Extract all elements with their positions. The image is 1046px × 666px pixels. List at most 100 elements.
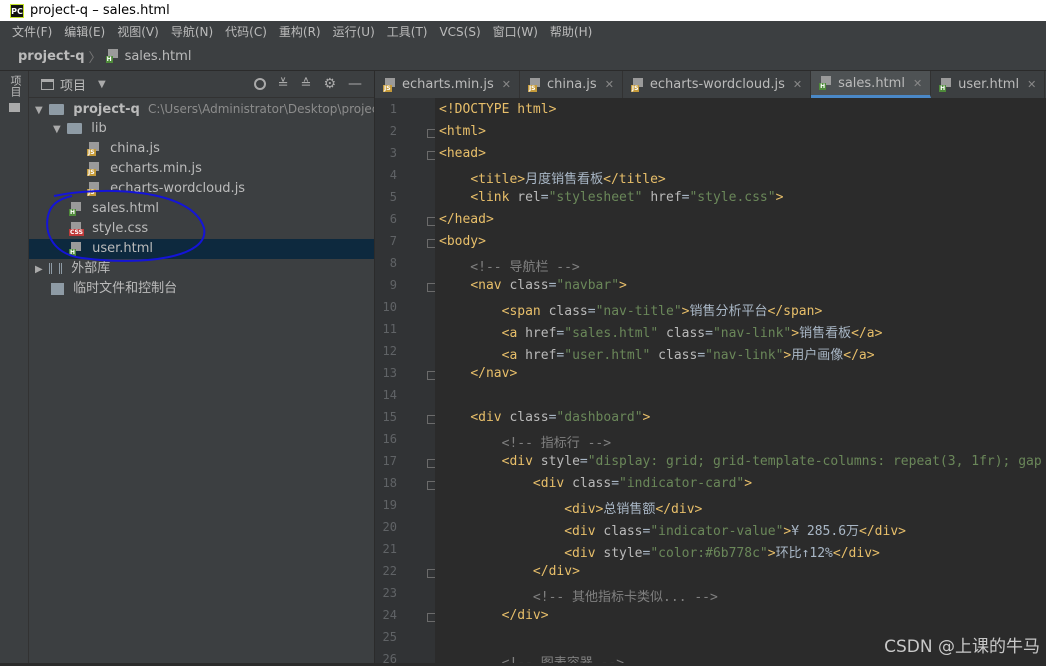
line-number: 7	[389, 234, 397, 248]
line-number: 3	[389, 146, 397, 160]
menu-item[interactable]: 导航(N)	[165, 23, 219, 40]
tree-file[interactable]: JS echarts-wordcloud.js	[29, 179, 374, 199]
menu-item[interactable]: 帮助(H)	[544, 23, 598, 40]
code-line: <!-- 导航栏 -->	[439, 260, 580, 275]
code-line: <!-- 指标行 -->	[439, 436, 612, 451]
menu-item[interactable]: 重构(R)	[273, 23, 327, 40]
hide-panel-icon[interactable]: —	[348, 76, 362, 92]
code-line: <!-- 图表容器 -->	[439, 652, 624, 663]
js-file-icon: JS	[87, 181, 101, 196]
css-file-icon: CSS	[69, 221, 84, 236]
code-editor[interactable]: <!DOCTYPE html> <html> <head> <title>月度销售看…	[435, 98, 1046, 663]
folder-label: lib	[91, 121, 107, 136]
code-line: <a href="sales.html" class="nav-link">销售…	[501, 326, 883, 341]
js-file-icon: JS	[527, 77, 542, 92]
expanded-arrow-icon: ▼	[53, 124, 61, 135]
line-number: 19	[382, 498, 397, 512]
html-file-icon: H	[939, 77, 953, 92]
line-number: 26	[382, 652, 397, 666]
menu-item[interactable]: 文件(F)	[6, 23, 58, 40]
expand-all-icon[interactable]: ≚	[278, 77, 289, 92]
scratch-icon	[51, 282, 64, 295]
project-panel-title[interactable]: 项目	[60, 75, 86, 94]
editor-tab[interactable]: Huser.html ✕	[931, 71, 1046, 98]
settings-gear-icon[interactable]: ⚙	[323, 76, 336, 92]
close-tab-icon[interactable]: ✕	[793, 78, 802, 91]
tree-file-selected[interactable]: H user.html	[29, 239, 374, 259]
line-number: 5	[389, 190, 397, 204]
line-number: 14	[382, 388, 397, 402]
code-line: <div style="display: grid; grid-template…	[501, 454, 1042, 469]
code-line: </div>	[501, 608, 549, 623]
panel-window-icon	[41, 78, 54, 90]
locate-target-icon[interactable]	[253, 78, 266, 90]
window-titlebar: PC project-q – sales.html	[0, 0, 1046, 21]
tab-label: sales.html	[838, 75, 905, 91]
editor-tab[interactable]: JS echarts-wordcloud.js ✕	[623, 71, 812, 98]
close-tab-icon[interactable]: ✕	[502, 78, 511, 91]
scratch-label: 临时文件和控制台	[73, 281, 178, 296]
menu-item[interactable]: 运行(U)	[327, 23, 381, 40]
project-panel: 项目 ▼ ≚ ≙ ⚙ — ▼ project-q C:\Users\Admini…	[29, 71, 374, 663]
menu-item[interactable]: 窗口(W)	[487, 23, 544, 40]
editor-tab[interactable]: JS echarts.min.js ✕	[375, 71, 520, 98]
menu-item[interactable]: 工具(T)	[381, 23, 434, 40]
tool-window-strip: 项目	[0, 71, 29, 663]
root-name: project-q	[73, 102, 140, 117]
line-number-gutter: 1 2 3 4 5 6 7 8 9 10 11 12 13 14 15 16 17 18 19 20 21 22 23 24 2…	[375, 98, 436, 666]
close-tab-icon[interactable]: ✕	[1027, 78, 1036, 91]
collapse-all-icon[interactable]: ≙	[301, 77, 312, 92]
tree-folder-lib[interactable]: ▼ lib	[29, 119, 374, 139]
code-line: <link rel="stylesheet" href="style.css">	[470, 190, 784, 205]
file-label: echarts-wordcloud.js	[110, 181, 246, 196]
tree-file[interactable]: H sales.html	[29, 199, 374, 219]
line-number: 15	[382, 410, 397, 424]
code-line: <!DOCTYPE html>	[439, 102, 557, 117]
view-dropdown-icon[interactable]: ▼	[98, 79, 106, 90]
js-file-icon: JS	[383, 77, 397, 92]
tab-label: echarts-wordcloud.js	[649, 77, 785, 92]
tab-label: echarts.min.js	[402, 77, 494, 92]
code-line: <head>	[439, 146, 486, 161]
line-number: 16	[382, 432, 397, 446]
js-file-icon: JS	[630, 77, 645, 92]
tree-file[interactable]: JS china.js	[29, 139, 374, 159]
file-label: user.html	[92, 241, 154, 256]
code-line: <div>总销售额</div>	[564, 502, 703, 517]
tree-scratches[interactable]: 临时文件和控制台	[29, 279, 374, 299]
close-tab-icon[interactable]: ✕	[913, 77, 922, 90]
html-file-icon: H	[69, 241, 83, 256]
line-number: 4	[389, 168, 397, 182]
tree-root[interactable]: ▼ project-q C:\Users\Administrator\Deskt…	[29, 99, 374, 119]
menu-item[interactable]: 视图(V)	[111, 23, 165, 40]
project-tool-tab[interactable]: 项目	[5, 75, 23, 119]
tree-external-libraries[interactable]: ▶ 外部库	[29, 259, 374, 279]
code-line: <!-- 其他指标卡类似... -->	[439, 590, 718, 605]
code-line: <span class="nav-title">销售分析平台</span>	[501, 304, 823, 319]
window-title: project-q – sales.html	[30, 3, 170, 18]
code-line: </nav>	[470, 366, 518, 381]
navigation-bar: project-q 〉 H sales.html	[0, 42, 1046, 71]
breadcrumb-project[interactable]: project-q	[18, 49, 85, 64]
close-tab-icon[interactable]: ✕	[605, 78, 614, 91]
menu-item[interactable]: VCS(S)	[433, 25, 486, 39]
code-line: <nav class="navbar">	[470, 278, 627, 293]
tree-file[interactable]: JS echarts.min.js	[29, 159, 374, 179]
breadcrumb-file[interactable]: sales.html	[125, 49, 192, 64]
code-line: <title>月度销售看板</title>	[470, 172, 666, 187]
line-number: 9	[389, 278, 397, 292]
root-path: C:\Users\Administrator\Desktop\project-q	[147, 102, 374, 116]
menu-item[interactable]: 编辑(E)	[58, 23, 111, 40]
tree-file[interactable]: CSS style.css	[29, 219, 374, 239]
editor-tab[interactable]: Hsales.html ✕	[811, 71, 932, 98]
editor-tab[interactable]: JS china.js ✕	[520, 71, 623, 98]
menu-bar: 文件(F) 编辑(E) 视图(V) 导航(N) 代码(C) 重构(R) 运行(U) 工具(T)…	[0, 21, 1046, 42]
line-number: 17	[382, 454, 397, 468]
line-number: 18	[382, 476, 397, 490]
code-line: </div>	[532, 564, 580, 579]
menu-item[interactable]: 代码(C)	[219, 23, 273, 40]
line-number: 1	[389, 102, 397, 116]
html-file-icon: H	[819, 76, 833, 90]
code-line: </head>	[439, 212, 494, 227]
tab-label: china.js	[546, 77, 597, 92]
